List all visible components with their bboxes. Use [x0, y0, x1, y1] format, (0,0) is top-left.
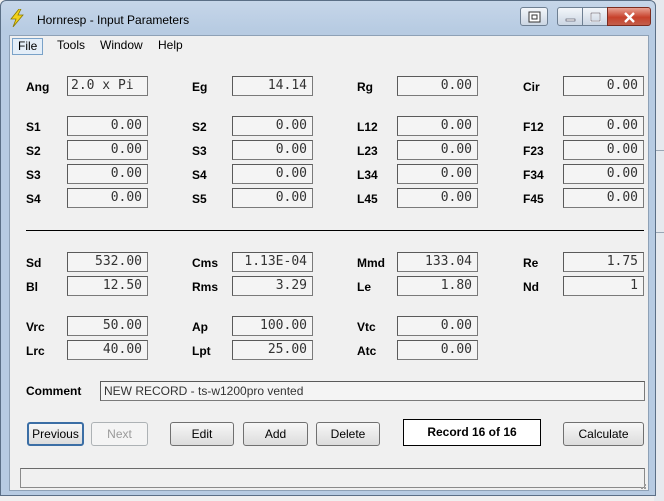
label-le: Le [357, 280, 372, 294]
menu-bar: File Tools Window Help [10, 36, 648, 56]
label-sd: Sd [26, 256, 42, 270]
label-s5: S5 [192, 192, 207, 206]
label-f23: F23 [523, 144, 544, 158]
lightning-bolt-icon [9, 8, 25, 28]
field-lrc[interactable]: 40.00 [67, 340, 148, 360]
field-l12[interactable]: 0.00 [397, 116, 478, 136]
field-l23[interactable]: 0.00 [397, 140, 478, 160]
field-s3[interactable]: 0.00 [67, 164, 148, 184]
field-cms[interactable]: 1.13E-04 [232, 252, 313, 272]
field-sd[interactable]: 532.00 [67, 252, 148, 272]
field-l34[interactable]: 0.00 [397, 164, 478, 184]
menu-file[interactable]: File [12, 38, 44, 55]
close-icon [624, 12, 635, 23]
label-lpt: Lpt [192, 344, 211, 358]
label-rms: Rms [192, 280, 219, 294]
label-s3: S3 [26, 168, 41, 182]
field-f12[interactable]: 0.00 [563, 116, 644, 136]
field-rms[interactable]: 3.29 [232, 276, 313, 296]
field-rg[interactable]: 0.00 [397, 76, 478, 96]
title-bar[interactable]: Hornresp - Input Parameters [1, 1, 655, 35]
field-s4-col2[interactable]: 0.00 [232, 164, 313, 184]
label-ap: Ap [192, 320, 208, 334]
label-nd: Nd [523, 280, 539, 294]
label-s4-col2: S4 [192, 168, 207, 182]
label-re: Re [523, 256, 539, 270]
field-ang[interactable]: 2.0 x Pi [67, 76, 148, 96]
maximize-button[interactable] [582, 7, 608, 26]
label-l23: L23 [357, 144, 378, 158]
maximize-icon [590, 12, 601, 22]
label-cms: Cms [192, 256, 219, 270]
label-atc: Atc [357, 344, 377, 358]
label-l34: L34 [357, 168, 378, 182]
label-f12: F12 [523, 120, 544, 134]
label-l12: L12 [357, 120, 378, 134]
label-vrc: Vrc [26, 320, 45, 334]
label-mmd: Mmd [357, 256, 385, 270]
label-s2-col2: S2 [192, 120, 207, 134]
field-s4[interactable]: 0.00 [67, 188, 148, 208]
calculate-button[interactable]: Calculate [563, 422, 644, 446]
field-s2-col2[interactable]: 0.00 [232, 116, 313, 136]
label-s2: S2 [26, 144, 41, 158]
label-cir: Cir [523, 80, 540, 94]
field-f23[interactable]: 0.00 [563, 140, 644, 160]
label-bl: Bl [26, 280, 38, 294]
client-area: File Tools Window Help Ang 2.0 x Pi Eg 1… [9, 35, 649, 491]
delete-button[interactable]: Delete [316, 422, 380, 446]
field-le[interactable]: 1.80 [397, 276, 478, 296]
field-l45[interactable]: 0.00 [397, 188, 478, 208]
field-ap[interactable]: 100.00 [232, 316, 313, 336]
field-vtc[interactable]: 0.00 [397, 316, 478, 336]
window-title: Hornresp - Input Parameters [37, 13, 190, 27]
label-lrc: Lrc [26, 344, 45, 358]
system-menu-icon [528, 11, 541, 23]
field-s2[interactable]: 0.00 [67, 140, 148, 160]
field-nd[interactable]: 1 [563, 276, 644, 296]
system-menu-button[interactable] [520, 7, 548, 26]
label-f45: F45 [523, 192, 544, 206]
record-status: Record 16 of 16 [403, 419, 541, 446]
field-bl[interactable]: 12.50 [67, 276, 148, 296]
label-rg: Rg [357, 80, 373, 94]
comment-field[interactable]: NEW RECORD - ts-w1200pro vented [100, 381, 645, 401]
hornresp-input-window: Hornresp - Input Parameters File Tools W… [0, 0, 656, 496]
label-comment: Comment [26, 384, 82, 398]
field-atc[interactable]: 0.00 [397, 340, 478, 360]
close-button[interactable] [607, 7, 651, 26]
resize-grip-icon[interactable] [637, 482, 647, 490]
label-vtc: Vtc [357, 320, 376, 334]
label-l45: L45 [357, 192, 378, 206]
label-eg: Eg [192, 80, 208, 94]
field-mmd[interactable]: 133.04 [397, 252, 478, 272]
field-f45[interactable]: 0.00 [563, 188, 644, 208]
field-s1[interactable]: 0.00 [67, 116, 148, 136]
field-f34[interactable]: 0.00 [563, 164, 644, 184]
next-button[interactable]: Next [91, 422, 148, 446]
field-vrc[interactable]: 50.00 [67, 316, 148, 336]
label-ang: Ang [26, 80, 50, 94]
minimize-icon [565, 18, 576, 22]
menu-help[interactable]: Help [153, 38, 188, 55]
label-s4: S4 [26, 192, 41, 206]
menu-tools[interactable]: Tools [52, 38, 90, 55]
field-lpt[interactable]: 25.00 [232, 340, 313, 360]
edit-button[interactable]: Edit [170, 422, 234, 446]
field-cir[interactable]: 0.00 [563, 76, 644, 96]
minimize-button[interactable] [557, 7, 583, 26]
field-s3-col2[interactable]: 0.00 [232, 140, 313, 160]
field-eg[interactable]: 14.14 [232, 76, 313, 96]
label-s3-col2: S3 [192, 144, 207, 158]
field-re[interactable]: 1.75 [563, 252, 644, 272]
label-s1: S1 [26, 120, 41, 134]
label-f34: F34 [523, 168, 544, 182]
previous-button[interactable]: Previous [27, 422, 84, 446]
menu-window[interactable]: Window [95, 38, 148, 55]
status-bar [20, 468, 645, 488]
field-s5[interactable]: 0.00 [232, 188, 313, 208]
add-button[interactable]: Add [243, 422, 308, 446]
section-divider [26, 230, 644, 231]
